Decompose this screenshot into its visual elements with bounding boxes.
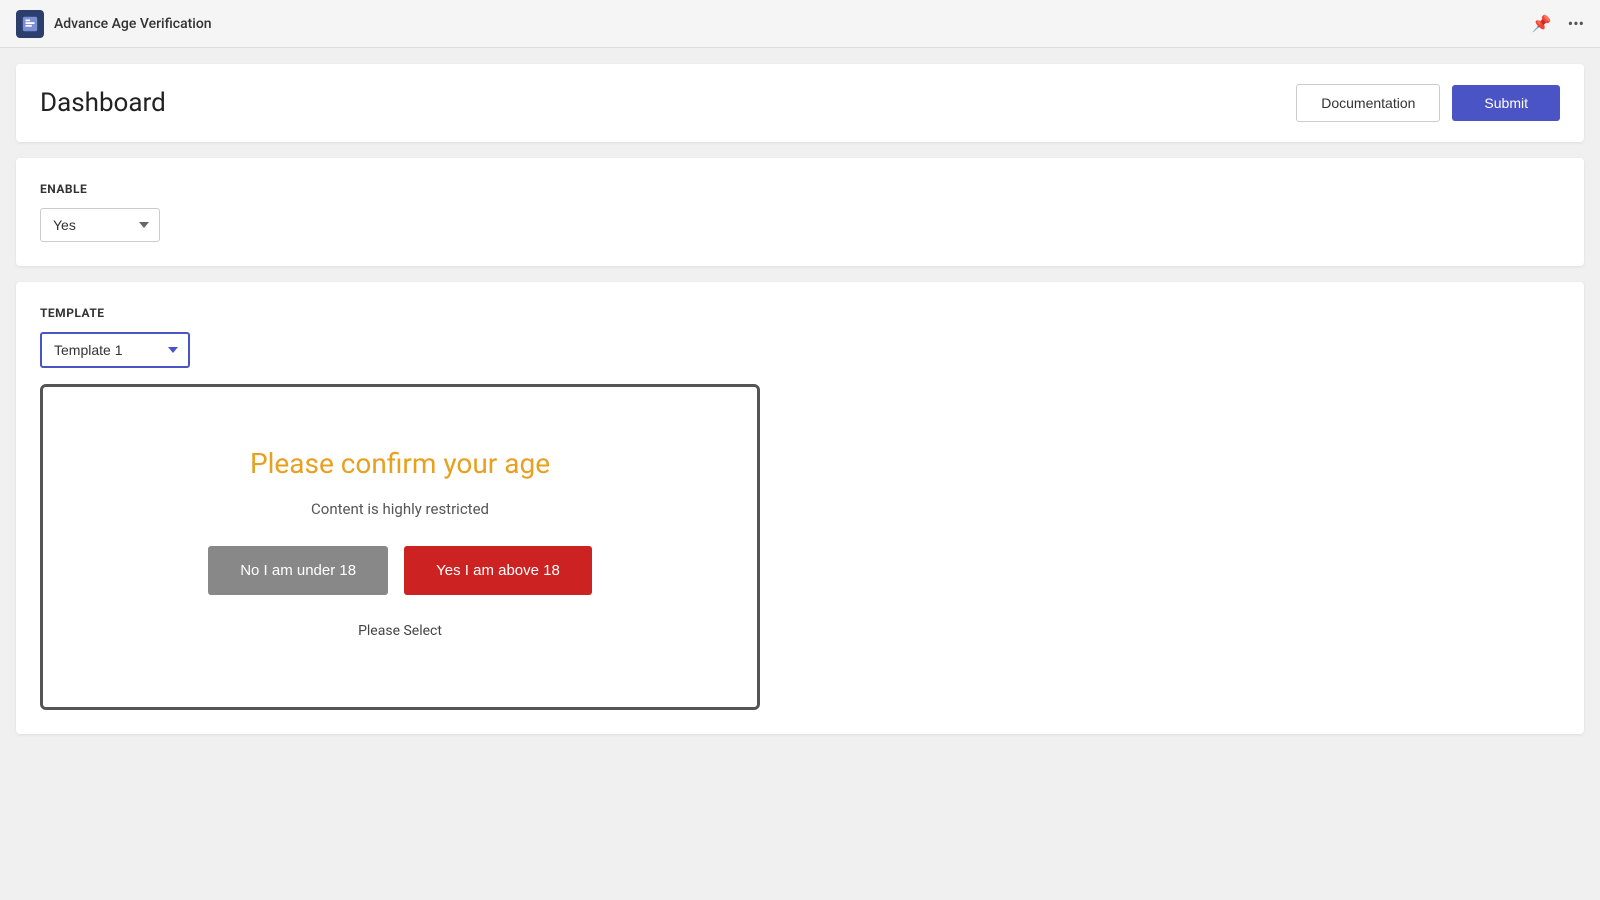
dashboard-actions: Documentation Submit bbox=[1296, 84, 1560, 122]
enable-select[interactable]: Yes No bbox=[40, 208, 160, 242]
preview-container: Please confirm your age Content is highl… bbox=[40, 384, 760, 710]
template-section-card: TEMPLATE Template 1 Template 2 Template … bbox=[16, 282, 1584, 734]
main-content: Dashboard Documentation Submit ENABLE Ye… bbox=[0, 48, 1600, 900]
preview-inner: Please confirm your age Content is highl… bbox=[43, 387, 757, 707]
preview-buttons: No I am under 18 Yes I am above 18 bbox=[208, 546, 592, 595]
preview-subtitle: Content is highly restricted bbox=[311, 500, 489, 518]
yes-above-18-button[interactable]: Yes I am above 18 bbox=[404, 546, 592, 595]
top-bar-right: 📌 ••• bbox=[1532, 14, 1584, 33]
documentation-button[interactable]: Documentation bbox=[1296, 84, 1440, 122]
preview-title-accent: age bbox=[504, 447, 550, 480]
submit-button[interactable]: Submit bbox=[1452, 85, 1560, 121]
template-label: TEMPLATE bbox=[40, 306, 1560, 320]
enable-section-card: ENABLE Yes No bbox=[16, 158, 1584, 266]
pin-icon[interactable]: 📌 bbox=[1532, 14, 1552, 33]
app-title: Advance Age Verification bbox=[54, 16, 212, 32]
app-icon bbox=[16, 10, 44, 38]
preview-select-placeholder: Please Select bbox=[358, 623, 442, 639]
more-options-icon[interactable]: ••• bbox=[1568, 14, 1584, 33]
enable-label: ENABLE bbox=[40, 182, 1560, 196]
dashboard-header-card: Dashboard Documentation Submit bbox=[16, 64, 1584, 142]
preview-title-text: Please confirm your bbox=[250, 447, 504, 480]
template-select[interactable]: Template 1 Template 2 Template 3 bbox=[40, 332, 190, 368]
top-bar: Advance Age Verification 📌 ••• bbox=[0, 0, 1600, 48]
preview-title: Please confirm your age bbox=[250, 447, 550, 480]
top-bar-left: Advance Age Verification bbox=[16, 10, 212, 38]
page-title: Dashboard bbox=[40, 88, 166, 118]
no-under-18-button[interactable]: No I am under 18 bbox=[208, 546, 388, 595]
